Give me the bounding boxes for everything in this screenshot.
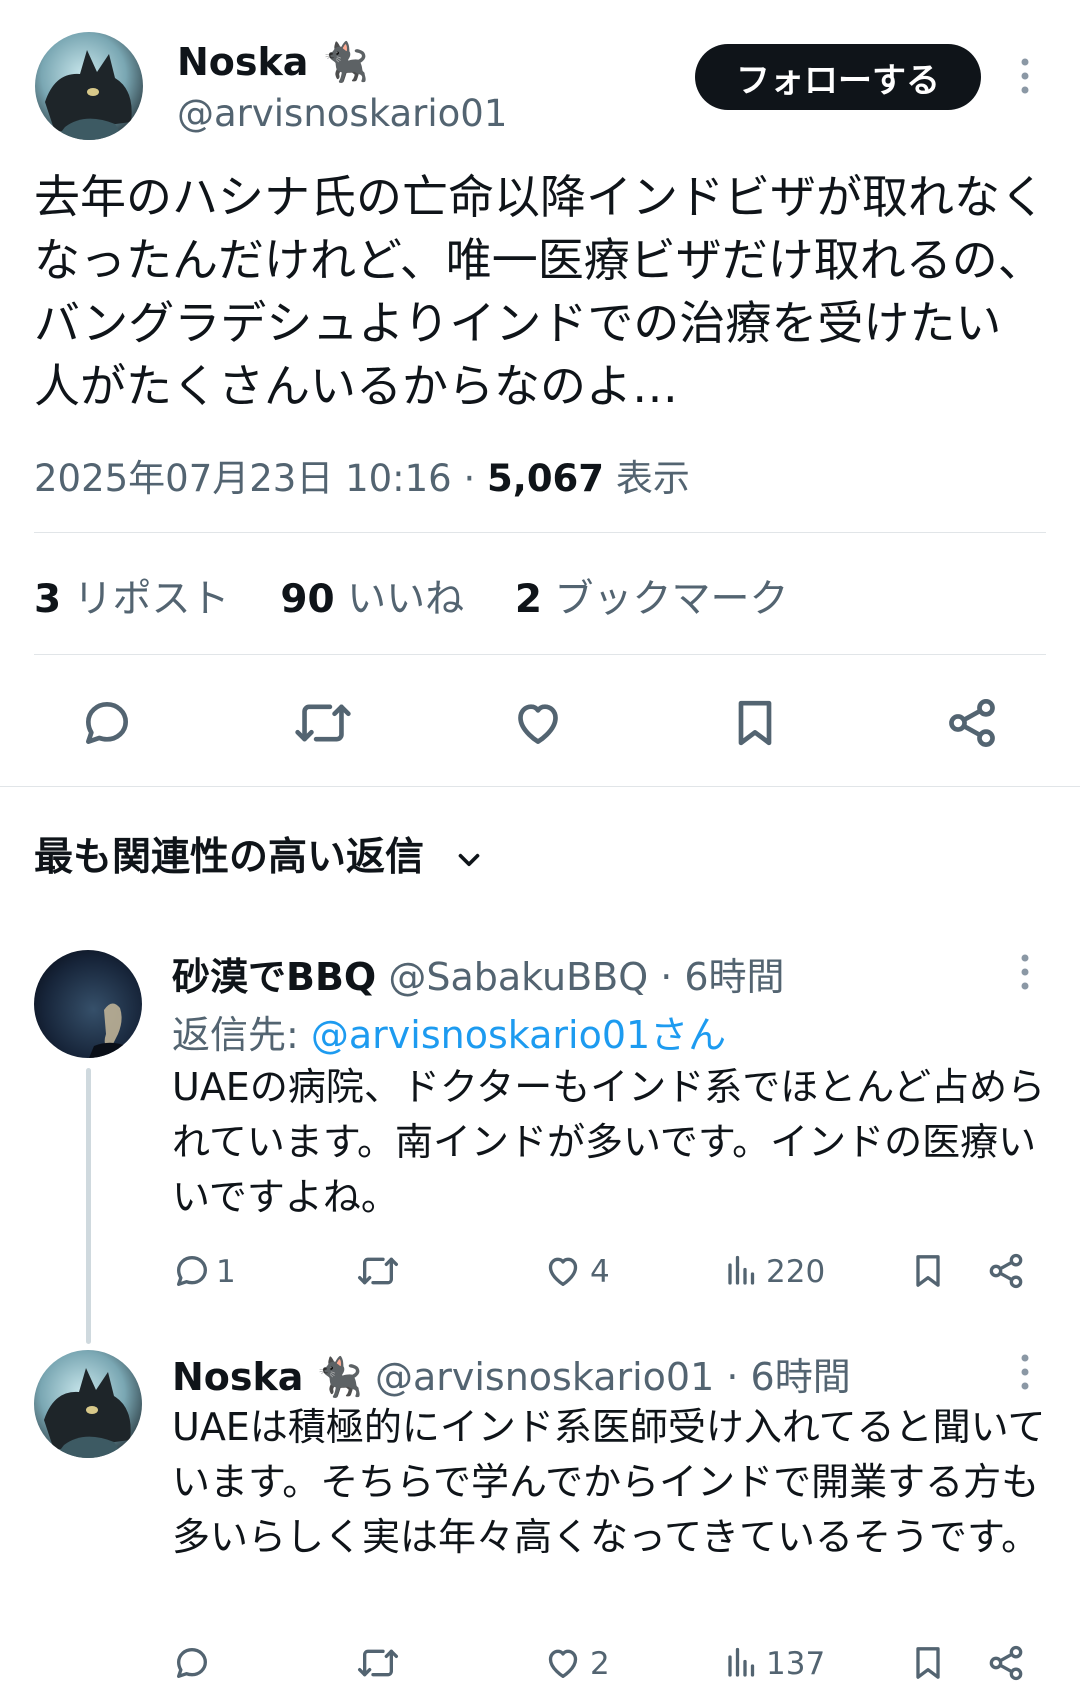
like-icon[interactable] <box>543 1643 583 1683</box>
stat-bookmarks-label: ブックマーク <box>554 577 789 622</box>
views-label: 表示 <box>615 457 690 500</box>
reply-author-name[interactable]: Noska <box>172 1355 303 1399</box>
share-icon[interactable] <box>986 1643 1026 1683</box>
replies-sort-label: 最も関連性の高い返信 <box>34 835 425 880</box>
reply-text: UAEは積極的にインド系医師受け入れてると聞いています。そちらで学んでからインド… <box>172 1405 1046 1559</box>
stat-bookmarks[interactable]: 2 ブックマーク <box>515 577 789 622</box>
more-options-icon[interactable] <box>1010 952 1040 992</box>
views-icon[interactable] <box>724 1251 760 1291</box>
meta-separator: · <box>463 457 476 500</box>
share-icon[interactable] <box>986 1251 1026 1291</box>
divider <box>0 786 1080 787</box>
like-count: 2 <box>590 1646 610 1682</box>
tweet-text: 去年のハシナ氏の亡命以降インドビザが取れなくなったんだけれど、唯一医療ビザだけ取… <box>34 170 1046 413</box>
reply-count: 1 <box>216 1254 236 1290</box>
reply-icon[interactable] <box>172 1643 212 1683</box>
reply-text: UAEの病院、ドクターもインド系でほとんど占められています。南インドが多いです。… <box>172 1065 1046 1219</box>
reply-avatar[interactable] <box>34 950 142 1058</box>
reply-icon[interactable] <box>79 695 135 751</box>
retweet-icon[interactable] <box>356 1643 400 1683</box>
chevron-down-icon <box>452 843 486 877</box>
divider <box>34 532 1046 533</box>
stat-likes-label: いいね <box>347 577 465 622</box>
views-icon[interactable] <box>724 1643 760 1683</box>
stat-likes-count: 90 <box>280 577 335 622</box>
tweet-meta: 2025年07月23日 10:16 · 5,067 表示 <box>34 448 690 502</box>
author-handle[interactable]: @arvisnoskario01 <box>177 92 507 135</box>
bookmark-icon[interactable] <box>908 1643 948 1683</box>
reply-to-link[interactable]: @arvisnoskario01さん <box>311 1013 726 1057</box>
stat-reposts-count: 3 <box>34 577 62 622</box>
reply-author-handle[interactable]: @arvisnoskario01 <box>375 1355 714 1399</box>
views-count: 137 <box>766 1646 826 1682</box>
retweet-icon[interactable] <box>293 695 353 751</box>
more-options-icon[interactable] <box>1010 56 1040 96</box>
stat-reposts-label: リポスト <box>73 577 230 622</box>
reply-time[interactable]: · 6時間 <box>660 955 784 999</box>
share-icon[interactable] <box>944 695 1000 751</box>
reply-author-name[interactable]: 砂漠でBBQ <box>172 955 376 999</box>
author-avatar[interactable] <box>35 32 143 140</box>
author-name-text[interactable]: Noska <box>177 40 308 84</box>
like-icon[interactable] <box>543 1251 583 1291</box>
reply-time[interactable]: · 6時間 <box>726 1355 850 1399</box>
like-count: 4 <box>590 1254 610 1290</box>
follow-button[interactable]: フォローする <box>695 44 981 110</box>
tweet-timestamp[interactable]: 2025年07月23日 10:16 <box>34 457 452 500</box>
replies-sort-dropdown[interactable]: 最も関連性の高い返信 <box>34 826 486 882</box>
cat-emoji-icon: 🐈‍⬛ <box>315 1355 363 1399</box>
reply-header: 砂漠でBBQ @SabakuBBQ · 6時間 <box>172 946 785 1001</box>
retweet-icon[interactable] <box>356 1251 400 1291</box>
reply-avatar[interactable] <box>34 1350 142 1458</box>
reply-to-line: 返信先: @arvisnoskario01さん <box>172 1004 726 1059</box>
reply-icon[interactable] <box>172 1251 212 1291</box>
stat-bookmarks-count: 2 <box>514 577 543 622</box>
stat-likes[interactable]: 90 いいね <box>280 577 464 622</box>
bookmark-icon[interactable] <box>727 695 783 751</box>
reply-header: Noska 🐈‍⬛ @arvisnoskario01 · 6時間 <box>172 1346 851 1401</box>
reply-to-prefix: 返信先: <box>172 1013 311 1057</box>
tweet-stats: 3 リポスト 90 いいね 2 ブックマーク <box>34 568 788 624</box>
bookmark-icon[interactable] <box>908 1251 948 1291</box>
views-count: 220 <box>766 1254 826 1290</box>
author-name[interactable]: Noska 🐈‍⬛ <box>177 40 369 85</box>
thread-line <box>86 1068 91 1344</box>
cat-emoji-icon: 🐈‍⬛ <box>321 40 370 84</box>
like-icon[interactable] <box>510 695 566 751</box>
reply-author-handle[interactable]: @SabakuBBQ <box>388 955 648 999</box>
stat-reposts[interactable]: 3 リポスト <box>34 577 230 622</box>
divider <box>34 654 1046 655</box>
more-options-icon[interactable] <box>1010 1352 1040 1392</box>
views-count: 5,067 <box>487 457 605 500</box>
